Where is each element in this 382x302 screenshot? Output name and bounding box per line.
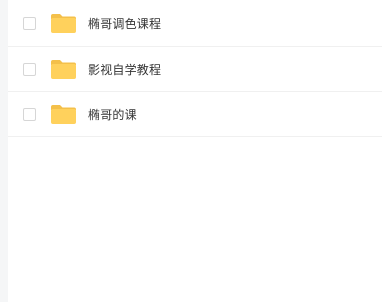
select-checkbox[interactable] — [23, 16, 36, 30]
folder-icon — [50, 104, 77, 125]
left-gutter — [0, 0, 8, 302]
item-name[interactable]: 椭哥的课 — [88, 106, 137, 123]
file-browser-page: 椭哥调色课程 影视自学教程 椭哥的课 — [0, 0, 382, 302]
item-name[interactable]: 椭哥调色课程 — [88, 15, 161, 32]
item-name[interactable]: 影视自学教程 — [88, 61, 161, 78]
folder-icon — [50, 13, 77, 34]
folder-icon — [50, 59, 77, 80]
file-list: 椭哥调色课程 影视自学教程 椭哥的课 — [8, 0, 382, 137]
list-item[interactable]: 椭哥的课 — [8, 92, 382, 137]
list-item[interactable]: 影视自学教程 — [8, 47, 382, 92]
select-checkbox[interactable] — [23, 107, 36, 121]
select-checkbox[interactable] — [23, 62, 36, 76]
list-item[interactable]: 椭哥调色课程 — [8, 0, 382, 47]
